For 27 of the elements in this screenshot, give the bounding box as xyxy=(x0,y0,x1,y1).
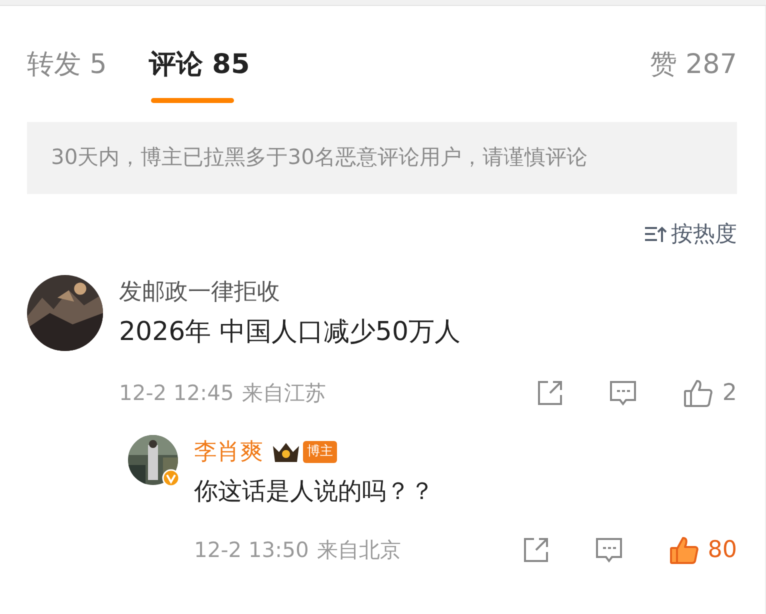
author-tag: 博主 xyxy=(303,441,337,462)
share-button[interactable] xyxy=(536,379,564,408)
like-button[interactable]: 80 xyxy=(668,533,737,568)
comment-text: 2026年 中国人口减少50万人 xyxy=(119,316,462,349)
comment-icon xyxy=(594,536,624,564)
thumbs-up-icon xyxy=(668,534,700,566)
notice-text: 30天内，博主已拉黑多于30名恶意评论用户，请谨慎评论 xyxy=(27,122,737,194)
comment-time: 12-2 13:50 xyxy=(194,536,309,564)
tab[interactable]: 评论 85 xyxy=(148,22,250,108)
sort-icon xyxy=(643,224,667,244)
user-name[interactable]: 李肖爽 xyxy=(194,434,263,469)
tab[interactable]: 转发 5 xyxy=(27,22,107,108)
like-button[interactable]: 2 xyxy=(682,376,737,410)
sort-button[interactable]: 按热度 xyxy=(643,218,737,250)
reply-button[interactable] xyxy=(608,379,638,408)
share-button[interactable] xyxy=(522,536,550,564)
user-name[interactable]: 发邮政一律拒收 xyxy=(119,274,280,309)
comment-location: 来自北京 xyxy=(316,536,401,564)
thumbs-up-icon xyxy=(682,377,714,410)
comment-location: 来自江苏 xyxy=(242,380,326,406)
reply-button[interactable] xyxy=(594,536,624,564)
comment-time: 12-2 12:45 xyxy=(119,380,234,406)
share-icon xyxy=(522,536,550,564)
tab[interactable]: 赞 287 xyxy=(650,22,737,108)
share-icon xyxy=(536,379,564,408)
comment-icon xyxy=(608,379,638,408)
comment-text: 你这话是人说的吗？？ xyxy=(194,476,435,507)
